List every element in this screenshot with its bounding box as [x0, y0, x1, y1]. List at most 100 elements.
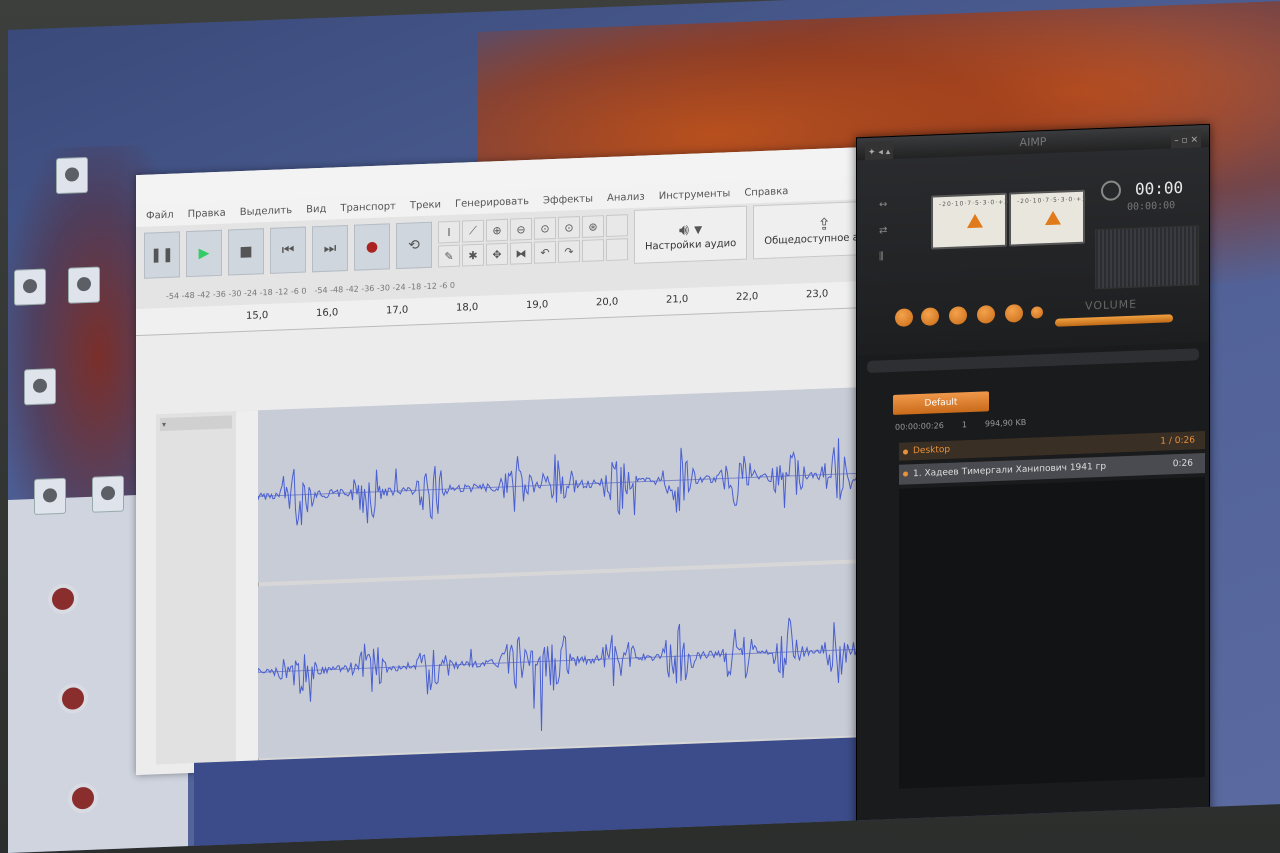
trim-icon[interactable]: ✥: [486, 242, 508, 266]
waveform-channel-right[interactable]: [258, 561, 896, 759]
fit-project-icon[interactable]: ⊙: [558, 216, 580, 239]
skip-start-button[interactable]: ⏮: [270, 226, 306, 274]
vu-needle-icon: [967, 213, 983, 229]
audio-setup-button[interactable]: 🔊︎ ▾ Настройки аудио: [634, 205, 748, 264]
desktop-file-icon[interactable]: [34, 477, 66, 516]
loop-button[interactable]: ⟲: [396, 221, 432, 270]
zoom-in-icon[interactable]: ⊕: [486, 218, 508, 242]
tools-toolbar: I ⟋ ⊕ ⊖ ⊙ ⊙ ⊛ ✎ ✱ ✥ ⧓ ↶ ↷: [438, 214, 628, 268]
playlist-empty-area[interactable]: [899, 477, 1205, 789]
playlist-count: 1: [961, 420, 967, 430]
prev-button[interactable]: [895, 308, 913, 327]
menu-tools[interactable]: Инструменты: [659, 188, 731, 202]
group-bullet-icon: [903, 449, 908, 455]
ruler-tick: 19,0: [526, 299, 549, 312]
pause-button[interactable]: ❚❚: [144, 231, 180, 279]
multi-tool-icon[interactable]: ✱: [462, 243, 484, 267]
menu-view[interactable]: Вид: [306, 203, 326, 215]
waveform-channel-left[interactable]: [258, 385, 896, 583]
shuffle-icon[interactable]: ⇄: [879, 225, 887, 236]
redo-icon[interactable]: ↷: [558, 240, 580, 263]
group-name: Desktop: [913, 444, 951, 457]
ruler-tick: 18,0: [456, 301, 479, 314]
play-button[interactable]: ▶: [186, 229, 222, 278]
spectrum-analyzer[interactable]: [1095, 225, 1199, 290]
aimp-title: AIMP: [1019, 135, 1047, 150]
spacer: [606, 238, 628, 262]
vu-needle-icon: [1045, 210, 1061, 226]
record-button[interactable]: ●: [354, 223, 390, 271]
desktop-file-icon[interactable]: [24, 368, 56, 406]
desktop-file-icon[interactable]: [56, 156, 88, 195]
repeat-icon[interactable]: ↔: [879, 199, 887, 210]
desktop-file-icon[interactable]: [14, 268, 46, 306]
item-bullet-icon: [903, 471, 908, 477]
time-display[interactable]: 00:00: [1135, 178, 1183, 199]
vu-scale: -20·10·7·5·3·0·+3: [939, 198, 1009, 209]
track-duration: 0:26: [1172, 458, 1193, 470]
waveform-left-path: [258, 438, 896, 526]
volume-slider[interactable]: [1055, 314, 1173, 327]
silence-icon[interactable]: ⧓: [510, 241, 532, 265]
desktop-file-icon[interactable]: [92, 475, 124, 513]
envelope-tool-icon[interactable]: ⟋: [462, 219, 484, 243]
undo-icon[interactable]: ↶: [534, 240, 556, 264]
recording-meter: -54 -48 -42 -36 -30 -24 -18 -12 -6 0: [166, 286, 307, 301]
ruler-tick: 15,0: [246, 310, 269, 322]
track-control-panel[interactable]: ▾: [156, 411, 237, 765]
spacer: [606, 214, 628, 238]
stop-icon: ■: [239, 243, 253, 261]
pause-icon: ❚❚: [150, 246, 174, 264]
zoom-out-icon[interactable]: ⊖: [510, 217, 532, 241]
desktop-file-icon[interactable]: [68, 266, 100, 304]
group-meta: 1 / 0:26: [1160, 435, 1195, 447]
equalizer-icon[interactable]: ⫼: [879, 251, 884, 262]
menu-transport[interactable]: Транспорт: [340, 201, 395, 214]
menu-analyze[interactable]: Анализ: [607, 191, 645, 203]
waveform-left-svg: [258, 438, 896, 526]
ruler-tick: 20,0: [596, 296, 619, 309]
track-title: 1. Хадеев Тимергали Ханипович 1941 гр: [913, 461, 1107, 480]
next-button[interactable]: [1005, 304, 1023, 323]
spacer: [582, 239, 604, 262]
ruler-tick: 23,0: [806, 288, 829, 301]
aimp-player-panel: ↔ ⇄ ⫼ -20·10·7·5·3·0·+3 -20·10·7·5·3·0·+…: [857, 146, 1209, 356]
playlist-tab-default[interactable]: Default: [893, 391, 989, 416]
power-icon[interactable]: [1101, 180, 1121, 202]
menu-effects[interactable]: Эффекты: [543, 193, 593, 206]
selection-tool-icon[interactable]: I: [438, 220, 460, 244]
pause-button[interactable]: [949, 306, 967, 325]
vu-meter-left: -20·10·7·5·3·0·+3: [931, 192, 1009, 250]
track-area: ▾: [156, 385, 896, 765]
skip-start-icon: ⏮: [281, 242, 295, 259]
waveform-right-svg: [258, 617, 896, 732]
stop-button[interactable]: [977, 305, 995, 324]
waveform-right-path: [258, 617, 896, 732]
zoom-toggle-icon[interactable]: ⊛: [582, 215, 604, 238]
playlist-duration: 00:00:00:26: [895, 421, 944, 432]
ruler-tick: 17,0: [386, 304, 409, 317]
menu-file[interactable]: Файл: [146, 209, 174, 221]
fit-selection-icon[interactable]: ⊙: [534, 216, 556, 240]
draw-tool-icon[interactable]: ✎: [438, 244, 460, 268]
play-button[interactable]: [921, 307, 939, 326]
menu-tracks[interactable]: Треки: [410, 199, 441, 211]
menu-edit[interactable]: Правка: [188, 207, 226, 219]
ruler-tick: 16,0: [316, 307, 339, 320]
skip-end-icon: ⏭: [323, 240, 337, 257]
menu-select[interactable]: Выделить: [240, 205, 292, 218]
open-button[interactable]: [1031, 306, 1043, 319]
ruler-tick: 22,0: [736, 291, 759, 304]
menu-help[interactable]: Справка: [744, 186, 788, 199]
playlist-size: 994,90 KB: [984, 417, 1027, 429]
ruler-tick: 21,0: [666, 293, 689, 306]
vu-scale: -20·10·7·5·3·0·+3: [1017, 195, 1087, 206]
menu-generate[interactable]: Генерировать: [455, 195, 529, 209]
stop-button[interactable]: ■: [228, 228, 264, 276]
record-icon: ●: [365, 238, 379, 256]
share-icon: ⇪: [817, 214, 831, 234]
playlist-info: 00:00:00:26 1 994,90 KB: [895, 411, 1205, 432]
skip-end-button[interactable]: ⏭: [312, 224, 348, 273]
track-name-dropdown[interactable]: ▾: [160, 415, 232, 432]
vu-meter-right: -20·10·7·5·3·0·+3: [1009, 189, 1087, 247]
